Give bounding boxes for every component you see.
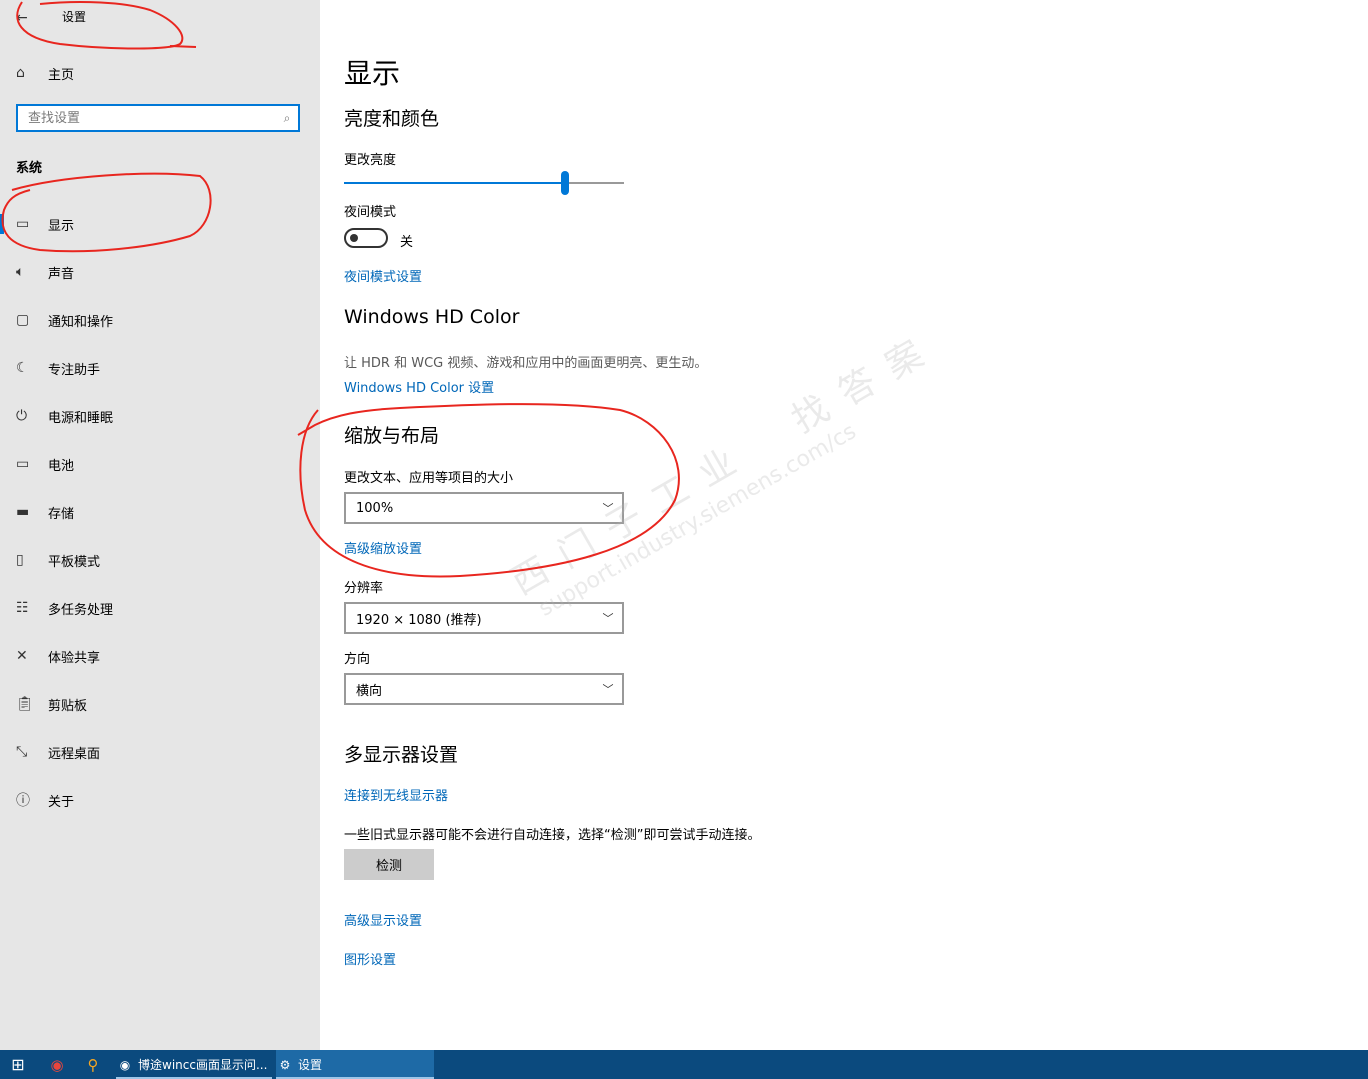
night-mode-toggle[interactable] (344, 228, 388, 248)
sidebar-item-label: 远程桌面 (48, 746, 101, 762)
sidebar-item-focus-assist[interactable]: ☾ 专注助手 (0, 352, 320, 384)
sidebar-item-label: 平板模式 (48, 554, 101, 570)
sidebar-item-shared-experiences[interactable]: ✕ 体验共享 (0, 640, 320, 672)
scale-dropdown[interactable]: 100% ﹀ (344, 492, 624, 524)
multi-display-section-title: 多显示器设置 (344, 744, 459, 766)
sidebar-item-label: 电池 (48, 458, 75, 474)
hdr-section-title: Windows HD Color (344, 306, 520, 328)
sidebar-item-battery[interactable]: ▭ 电池 (0, 448, 320, 480)
info-icon: ⓘ (16, 793, 30, 809)
taskbar-task-label: 博途wincc画面显示问... (138, 1058, 268, 1072)
orientation-label: 方向 (344, 652, 371, 667)
chrome-icon: ◉ (119, 1057, 131, 1072)
home-icon: ⌂ (16, 65, 25, 81)
sidebar-item-label: 显示 (48, 218, 75, 234)
page-title: 显示 (344, 57, 401, 90)
windows-start-icon[interactable]: ⊞ (0, 1050, 36, 1079)
share-icon: ✕ (16, 648, 28, 664)
sidebar-item-clipboard[interactable]: 📋︎ 剪贴板 (0, 688, 320, 720)
night-mode-label: 夜间模式 (344, 205, 397, 220)
brightness-section-title: 亮度和颜色 (344, 108, 440, 130)
taskbar-task-settings[interactable]: ⚙ 设置 (276, 1050, 434, 1079)
display-settings-page: 显示 亮度和颜色 更改亮度 夜间模式 关 夜间模式设置 Windows HD C… (320, 0, 1368, 1050)
monitor-icon: ▭ (16, 216, 30, 232)
graphics-settings-link[interactable]: 图形设置 (344, 949, 396, 968)
sidebar-item-storage[interactable]: ▬ 存储 (0, 496, 320, 528)
sidebar-item-label: 体验共享 (48, 650, 101, 666)
legacy-display-text: 一些旧式显示器可能不会进行自动连接，选择“检测”即可尝试手动连接。 (344, 828, 761, 843)
sidebar-item-display[interactable]: ▭ 显示 (0, 208, 320, 240)
search-input[interactable] (26, 106, 276, 130)
advanced-display-link[interactable]: 高级显示设置 (344, 910, 422, 929)
sidebar-item-label: 通知和操作 (48, 314, 114, 330)
slider-thumb[interactable] (561, 171, 570, 195)
speaker-icon: 🔈︎ (16, 264, 25, 280)
night-mode-settings-link[interactable]: 夜间模式设置 (344, 266, 422, 285)
chevron-down-icon: ﹀ (602, 612, 614, 625)
sidebar-item-label: 声音 (48, 266, 75, 282)
clipboard-icon: 📋︎ (16, 696, 34, 712)
orientation-value: 横向 (356, 683, 383, 699)
settings-sidebar: ← 设置 ⌂ 主页 ⌕ 系统 ▭ 显示 🔈︎ 声音 ▢ 通知和操作 ☾ 专注助手… (0, 0, 320, 1050)
back-button[interactable]: ← (16, 8, 46, 28)
gear-icon: ⚙ (279, 1057, 291, 1072)
chevron-down-icon: ﹀ (602, 502, 614, 515)
taskbar-task-browser[interactable]: ◉ 博途wincc画面显示问... (116, 1050, 272, 1079)
tablet-icon: ▯ (16, 552, 24, 568)
sidebar-item-power-sleep[interactable]: ⏻ 电源和睡眠 (0, 400, 320, 432)
search-icon[interactable]: ⌕ (276, 111, 298, 126)
home-nav-item[interactable]: ⌂ 主页 (16, 63, 74, 83)
sidebar-item-label: 多任务处理 (48, 602, 114, 618)
sidebar-item-multitasking[interactable]: ☷ 多任务处理 (0, 592, 320, 624)
battery-icon: ▭ (16, 456, 30, 472)
sidebar-item-notifications[interactable]: ▢ 通知和操作 (0, 304, 320, 336)
multitask-icon: ☷ (16, 600, 29, 616)
home-label: 主页 (48, 67, 75, 83)
search-tool-icon[interactable]: ⚲ (76, 1050, 110, 1079)
sidebar-item-remote-desktop[interactable]: ⤡ 远程桌面 (0, 736, 320, 768)
sidebar-item-label: 专注助手 (48, 362, 101, 378)
hdr-settings-link[interactable]: Windows HD Color 设置 (344, 377, 494, 396)
resolution-value: 1920 × 1080 (推荐) (356, 612, 482, 628)
toggle-knob (350, 234, 358, 242)
brightness-slider[interactable] (344, 170, 624, 196)
sidebar-item-sound[interactable]: 🔈︎ 声音 (0, 256, 320, 288)
scale-section-title: 缩放与布局 (344, 425, 440, 447)
taskbar: ⊞ ◉ ⚲ ◉ 博途wincc画面显示问... ⚙ 设置 (0, 1050, 1368, 1079)
brightness-label: 更改亮度 (344, 153, 397, 168)
night-mode-state: 关 (400, 235, 414, 250)
slider-fill (344, 182, 566, 184)
sidebar-item-tablet-mode[interactable]: ▯ 平板模式 (0, 544, 320, 576)
section-title: 系统 (16, 161, 43, 176)
sidebar-item-label: 存储 (48, 506, 75, 522)
remote-desktop-icon: ⤡ (16, 744, 28, 760)
moon-icon: ☾ (16, 360, 29, 376)
wireless-display-link[interactable]: 连接到无线显示器 (344, 785, 448, 804)
sidebar-item-label: 电源和睡眠 (48, 410, 114, 426)
detect-button[interactable]: 检测 (344, 849, 434, 880)
media-player-icon[interactable]: ◉ (40, 1050, 74, 1079)
taskbar-task-label: 设置 (298, 1058, 323, 1072)
sidebar-item-label: 剪贴板 (48, 698, 88, 714)
resolution-label: 分辨率 (344, 581, 384, 596)
chevron-down-icon: ﹀ (602, 683, 614, 696)
scale-label: 更改文本、应用等项目的大小 (344, 471, 514, 486)
advanced-scale-link[interactable]: 高级缩放设置 (344, 538, 422, 557)
window-title: 设置 (62, 10, 87, 24)
power-icon: ⏻ (16, 408, 28, 424)
scale-value: 100% (356, 500, 394, 516)
hdr-description: 让 HDR 和 WCG 视频、游戏和应用中的画面更明亮、更生动。 (344, 356, 708, 371)
sidebar-item-label: 关于 (48, 794, 75, 810)
notification-icon: ▢ (16, 312, 30, 328)
search-box[interactable]: ⌕ (16, 104, 300, 132)
back-arrow-icon: ← (16, 10, 28, 26)
resolution-dropdown[interactable]: 1920 × 1080 (推荐) ﹀ (344, 602, 624, 634)
storage-icon: ▬ (16, 504, 30, 520)
orientation-dropdown[interactable]: 横向 ﹀ (344, 673, 624, 705)
sidebar-item-about[interactable]: ⓘ 关于 (0, 784, 320, 816)
